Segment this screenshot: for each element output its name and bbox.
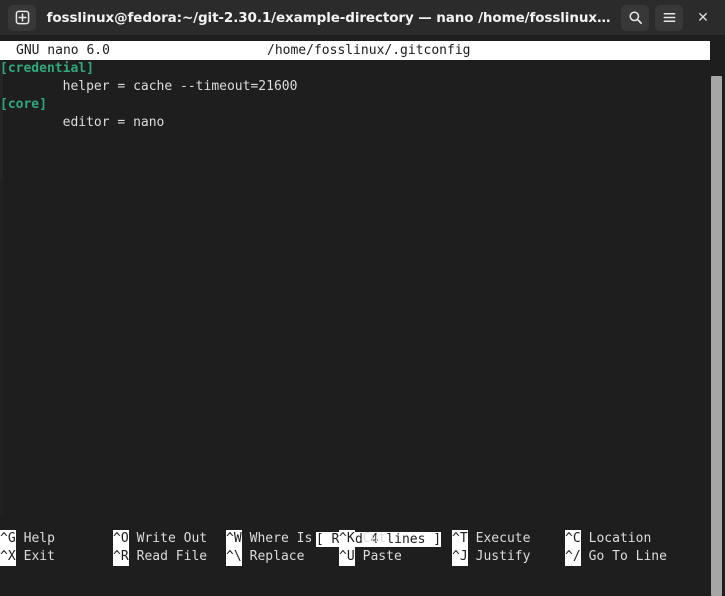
nano-version-label: GNU nano 6.0: [16, 43, 110, 58]
window-title: fosslinux@fedora:~/git-2.30.1/example-di…: [46, 9, 611, 26]
hamburger-menu-icon: [663, 12, 675, 23]
terminal-scrollbar-thumb[interactable]: [711, 76, 722, 596]
shortcut-help[interactable]: ^G Help: [0, 530, 55, 548]
code-line: editor = nano: [0, 114, 710, 132]
titlebar-actions: ✕: [621, 4, 717, 31]
window-titlebar: fosslinux@fedora:~/git-2.30.1/example-di…: [0, 0, 725, 36]
shortcut-label: Help: [23, 531, 55, 546]
shortcut-go-to-line[interactable]: ^/ Go To Line: [565, 548, 667, 566]
shortcut-key: ^J: [452, 548, 468, 566]
nano-shortcut-bar: ^G Help ^O Write Out ^W Where Is ^K Cut ^T Execut…: [0, 530, 710, 568]
shortcut-key: ^R: [113, 548, 129, 566]
code-line: [core]: [0, 96, 710, 114]
shortcut-label: Read File: [136, 549, 208, 564]
plus-square-icon: [15, 10, 29, 25]
shortcut-key: ^X: [0, 548, 16, 566]
shortcut-row-2: ^X Exit ^R Read File ^\ Replace ^U Paste ^J Justi…: [0, 548, 710, 566]
shortcut-label: Paste: [362, 549, 402, 564]
shortcut-label: Replace: [249, 549, 305, 564]
nano-editor: GNU nano 6.0 /home/fosslinux/.gitconfig …: [0, 36, 725, 566]
menu-button[interactable]: [655, 4, 683, 31]
code-text: editor = nano: [62, 115, 165, 130]
shortcut-justify[interactable]: ^J Justify: [452, 548, 530, 566]
shortcut-label: Location: [588, 531, 652, 546]
shortcut-label: Go To Line: [588, 549, 667, 564]
shortcut-location[interactable]: ^C Location: [565, 530, 651, 548]
shortcut-label: Exit: [23, 549, 55, 564]
shortcut-key: ^C: [565, 530, 581, 548]
code-line: [credential]: [0, 60, 710, 78]
terminal-scrollbar-track[interactable]: [710, 36, 725, 596]
shortcut-key: ^G: [0, 530, 16, 548]
shortcut-exit[interactable]: ^X Exit: [0, 548, 55, 566]
shortcut-key: ^O: [113, 530, 129, 548]
search-button[interactable]: [621, 4, 649, 31]
shortcut-key: ^T: [452, 530, 468, 548]
shortcut-label: Write Out: [136, 531, 208, 546]
shortcut-key: ^\: [226, 548, 242, 566]
code-section-header: [credential]: [0, 61, 94, 76]
code-text: helper = cache --timeout=21600: [62, 79, 298, 94]
search-icon: [629, 11, 642, 24]
shortcut-where-is[interactable]: ^W Where Is: [226, 530, 312, 548]
nano-filename-label: /home/fosslinux/.gitconfig: [267, 43, 471, 58]
shortcut-row-1: ^G Help ^O Write Out ^W Where Is ^K Cut ^T Execut…: [0, 530, 710, 548]
shortcut-key: ^K: [339, 530, 355, 548]
shortcut-execute[interactable]: ^T Execute: [452, 530, 530, 548]
code-section-header: [core]: [0, 97, 47, 112]
shortcut-write-out[interactable]: ^O Write Out: [113, 530, 207, 548]
terminal-window: fosslinux@fedora:~/git-2.30.1/example-di…: [0, 0, 725, 596]
shortcut-label: Justify: [475, 549, 531, 564]
close-window-button[interactable]: ✕: [689, 5, 717, 31]
shortcut-key: ^W: [226, 530, 242, 548]
code-line: helper = cache --timeout=21600: [0, 78, 710, 96]
shortcut-replace[interactable]: ^\ Replace: [226, 548, 304, 566]
shortcut-key: ^U: [339, 548, 355, 566]
shortcut-key: ^/: [565, 548, 581, 566]
nano-status-message: [ Read 4 lines ]: [0, 511, 710, 547]
nano-text-area[interactable]: [credential] helper = cache --timeout=21…: [0, 60, 710, 515]
shortcut-label: Where Is: [249, 531, 313, 546]
shortcut-label: Cut: [362, 531, 387, 546]
new-tab-button[interactable]: [8, 4, 36, 31]
shortcut-read-file[interactable]: ^R Read File: [113, 548, 207, 566]
shortcut-label: Execute: [475, 531, 531, 546]
nano-header-bar: GNU nano 6.0 /home/fosslinux/.gitconfig: [0, 41, 710, 60]
shortcut-paste[interactable]: ^U Paste: [339, 548, 402, 566]
close-icon: ✕: [697, 9, 709, 26]
shortcut-cut[interactable]: ^K Cut: [339, 530, 386, 548]
